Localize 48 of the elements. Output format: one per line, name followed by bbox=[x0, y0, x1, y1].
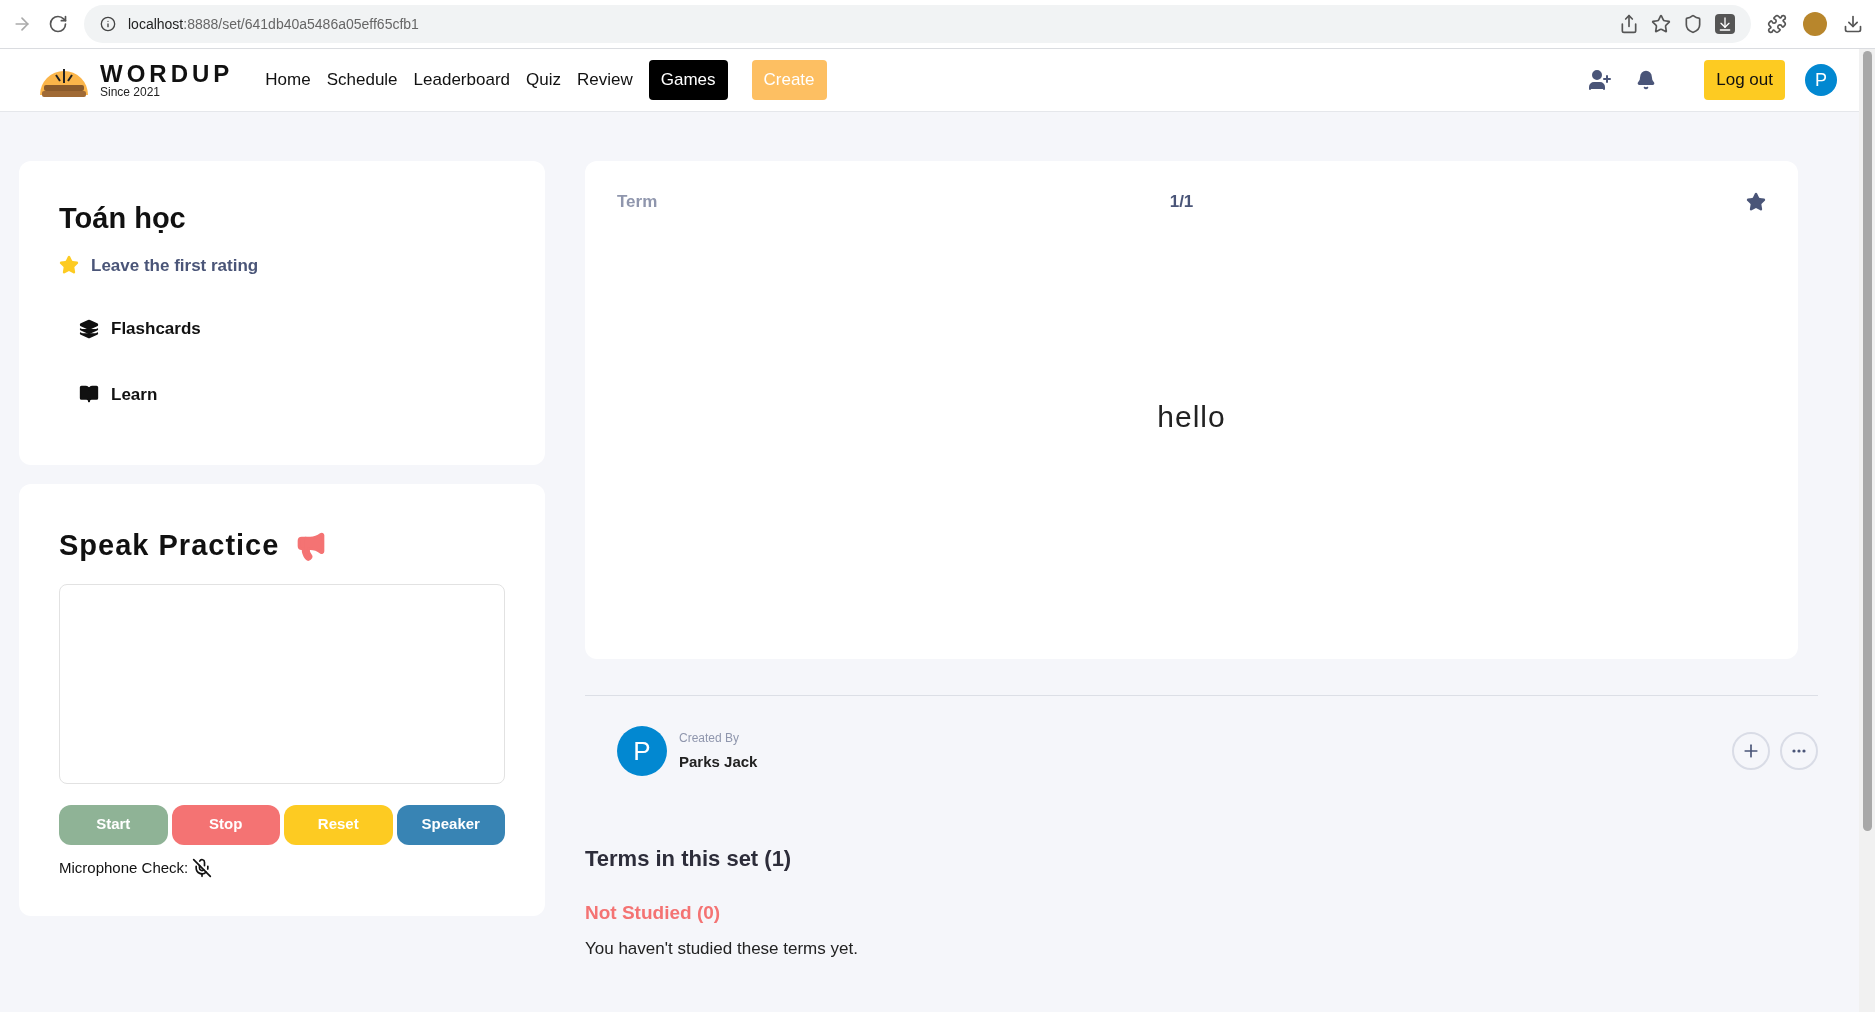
study-mode-link[interactable]: Flashcards bbox=[79, 316, 505, 342]
card-term-text: hello bbox=[1157, 399, 1226, 436]
bell-icon[interactable] bbox=[1636, 70, 1657, 90]
terms-heading: Terms in this set (1) bbox=[585, 845, 793, 873]
extensions-icon[interactable] bbox=[1767, 14, 1787, 34]
profile-picture[interactable] bbox=[1803, 12, 1827, 36]
nav-link[interactable]: Leaderboard bbox=[413, 67, 510, 93]
add-button[interactable] bbox=[1732, 732, 1770, 770]
more-icon bbox=[1792, 749, 1806, 753]
card-side-label: Term bbox=[617, 191, 659, 213]
microphone-off-icon bbox=[192, 857, 213, 878]
bookmark-star-icon[interactable] bbox=[1651, 14, 1671, 34]
microphone-check-label: Microphone Check: bbox=[59, 857, 189, 878]
not-studied-message: You haven't studied these terms yet. bbox=[585, 937, 859, 960]
add-friend-icon[interactable] bbox=[1588, 68, 1613, 92]
not-studied-heading: Not Studied (0) bbox=[585, 901, 722, 925]
card-counter: 1/1 bbox=[1169, 191, 1194, 213]
nav-link[interactable]: Review bbox=[576, 67, 633, 93]
flashcard[interactable]: Term 1/1 hello bbox=[585, 161, 1798, 659]
info-icon bbox=[100, 16, 116, 32]
created-by-label: Created By bbox=[679, 729, 741, 747]
speak-practice-title: Speak Practice bbox=[59, 528, 280, 563]
set-title: Toán học bbox=[59, 201, 187, 236]
shield-icon[interactable] bbox=[1683, 14, 1703, 34]
logo-subtitle: Since 2021 bbox=[100, 86, 162, 98]
rating-link[interactable]: Leave the first rating bbox=[91, 252, 259, 278]
share-icon[interactable] bbox=[1619, 14, 1639, 34]
download-icon[interactable] bbox=[1843, 14, 1863, 34]
user-avatar[interactable]: P bbox=[1805, 64, 1837, 96]
logout-button[interactable]: Log out bbox=[1704, 60, 1785, 100]
creator-name: Parks Jack bbox=[679, 751, 758, 772]
study-mode-link[interactable]: Learn bbox=[79, 381, 505, 407]
book-icon bbox=[79, 384, 99, 405]
nav-link[interactable]: Schedule bbox=[326, 67, 398, 93]
reload-icon[interactable] bbox=[48, 14, 68, 34]
url-text: localhost:8888/set/641db40a5486a05eff65cfb1 bbox=[128, 14, 420, 34]
nav-link[interactable]: Home bbox=[265, 67, 311, 93]
scrollbar[interactable] bbox=[1859, 49, 1875, 1012]
logo-title: WORDUP bbox=[100, 62, 234, 86]
nav-link[interactable]: Quiz bbox=[526, 67, 561, 93]
nav-link[interactable]: Games bbox=[648, 60, 728, 100]
star-icon[interactable] bbox=[59, 255, 79, 276]
download-box-icon[interactable] bbox=[1715, 14, 1735, 34]
creator-avatar: P bbox=[617, 726, 667, 776]
speak-control-button[interactable]: Speaker bbox=[396, 804, 505, 845]
star-icon[interactable] bbox=[1746, 191, 1766, 212]
address-bar[interactable]: localhost:8888/set/641db40a5486a05eff65cfb1 bbox=[84, 5, 1751, 43]
cards-icon bbox=[79, 318, 99, 339]
